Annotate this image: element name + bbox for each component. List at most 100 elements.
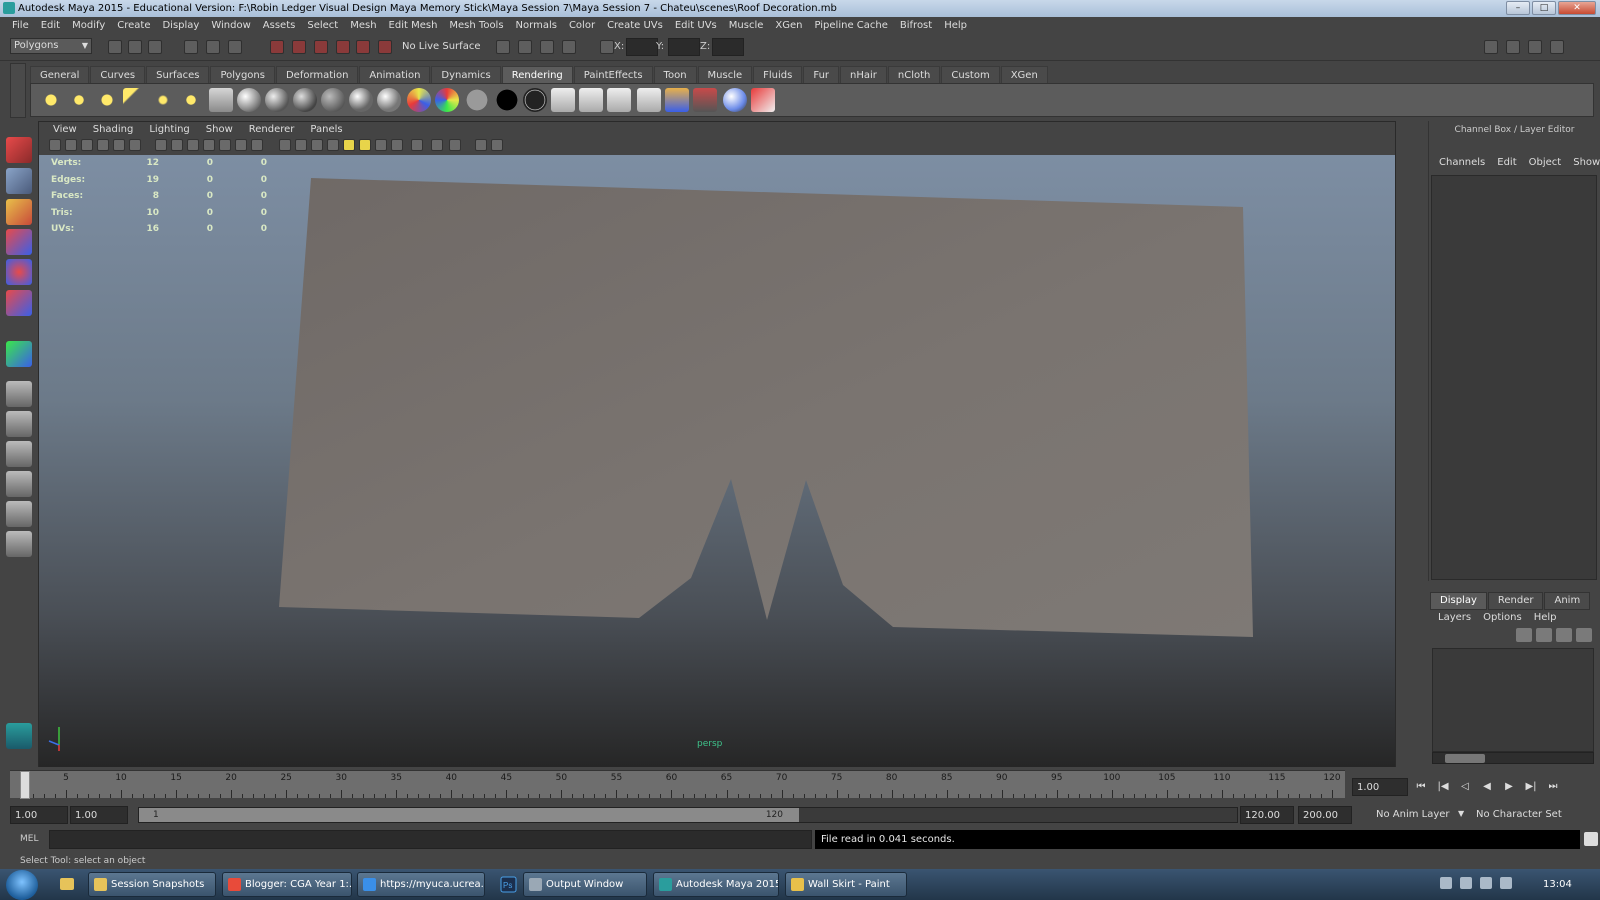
grid-icon[interactable] bbox=[155, 139, 167, 151]
shelf-tab-deformation[interactable]: Deformation bbox=[275, 66, 359, 83]
grease-pencil-icon[interactable] bbox=[129, 139, 141, 151]
spot-light-icon[interactable] bbox=[123, 88, 147, 112]
select-object-icon[interactable] bbox=[206, 40, 220, 54]
shelf-tab-toon[interactable]: Toon bbox=[653, 66, 697, 83]
persp-outliner-layout-icon[interactable] bbox=[6, 441, 32, 467]
menu-file[interactable]: File bbox=[6, 17, 35, 35]
panel-menu-shading[interactable]: Shading bbox=[85, 122, 142, 137]
persp-uv-layout-icon[interactable] bbox=[6, 531, 32, 557]
persp-graph-layout-icon[interactable] bbox=[6, 471, 32, 497]
menu-create-uvs[interactable]: Create UVs bbox=[601, 17, 669, 35]
menu-help[interactable]: Help bbox=[938, 17, 973, 35]
menu-xgen[interactable]: XGen bbox=[769, 17, 808, 35]
script-editor-icon[interactable] bbox=[1584, 832, 1598, 846]
motion-blur-icon[interactable] bbox=[391, 139, 403, 151]
attribute-editor-icon[interactable] bbox=[1506, 40, 1520, 54]
minimize-button[interactable]: – bbox=[1506, 1, 1530, 15]
shelf-tab-fluids[interactable]: Fluids bbox=[753, 66, 803, 83]
shelf-tab-animation[interactable]: Animation bbox=[359, 66, 431, 83]
menu-edit-mesh[interactable]: Edit Mesh bbox=[383, 17, 444, 35]
select-camera-icon[interactable] bbox=[49, 139, 61, 151]
textured-icon[interactable] bbox=[327, 139, 339, 151]
render-view-window-icon[interactable] bbox=[665, 88, 689, 112]
point-light-icon[interactable] bbox=[95, 88, 119, 112]
explorer-icon[interactable] bbox=[54, 872, 82, 897]
gate-mask-icon[interactable] bbox=[203, 139, 215, 151]
shelf-tab-rendering[interactable]: Rendering bbox=[501, 66, 573, 83]
photoshop-icon[interactable]: Ps bbox=[495, 872, 523, 897]
panel-menu-view[interactable]: View bbox=[45, 122, 85, 137]
channel-box-menu-edit[interactable]: Edit bbox=[1491, 157, 1522, 168]
panel-menu-show[interactable]: Show bbox=[198, 122, 241, 137]
go-to-start-icon[interactable]: ⏮ bbox=[1413, 779, 1429, 795]
render-settings-icon[interactable] bbox=[562, 40, 576, 54]
mel-command-input[interactable] bbox=[49, 830, 812, 849]
bookmarks-icon[interactable] bbox=[81, 139, 93, 151]
screen-space-ao-icon[interactable] bbox=[375, 139, 387, 151]
shelf-tab-nhair[interactable]: nHair bbox=[840, 66, 887, 83]
wireframe-on-shaded-icon[interactable] bbox=[311, 139, 323, 151]
layer-list[interactable] bbox=[1432, 648, 1594, 752]
blinn-material-icon[interactable] bbox=[293, 88, 317, 112]
shelf-tab-curves[interactable]: Curves bbox=[90, 66, 146, 83]
channel-box-menu-show[interactable]: Show bbox=[1567, 157, 1600, 168]
layer-list-scrollbar[interactable] bbox=[1432, 752, 1594, 764]
menu-create[interactable]: Create bbox=[111, 17, 156, 35]
channel-box-toggle-icon[interactable] bbox=[1550, 40, 1564, 54]
render-view-icon[interactable] bbox=[496, 40, 510, 54]
layer-tab-render[interactable]: Render bbox=[1487, 592, 1544, 610]
new-layer-icon[interactable] bbox=[1516, 628, 1532, 642]
render-settings-shelf-icon[interactable] bbox=[607, 88, 631, 112]
step-back-frame-icon[interactable]: ◁ bbox=[1457, 779, 1473, 795]
shelf-tab-polygons[interactable]: Polygons bbox=[210, 66, 275, 83]
select-tool-icon[interactable] bbox=[6, 137, 32, 163]
playback-start-field[interactable]: 1.00 bbox=[70, 806, 128, 824]
snap-point-icon[interactable] bbox=[314, 40, 328, 54]
paint-select-tool-icon[interactable] bbox=[6, 199, 32, 225]
layer-menu-layers[interactable]: Layers bbox=[1432, 612, 1477, 623]
taskbar-item[interactable]: Autodesk Maya 2015... bbox=[653, 872, 779, 897]
menu-edit[interactable]: Edit bbox=[35, 17, 66, 35]
maximize-button[interactable]: □ bbox=[1532, 1, 1556, 15]
select-hierarchy-icon[interactable] bbox=[184, 40, 198, 54]
chevron-down-icon[interactable]: ▼ bbox=[1458, 809, 1464, 818]
shadows-icon[interactable] bbox=[359, 139, 371, 151]
anti-aliasing-icon[interactable] bbox=[411, 139, 423, 151]
start-button[interactable] bbox=[6, 870, 38, 900]
image-plane-icon[interactable] bbox=[97, 139, 109, 151]
z-input[interactable] bbox=[712, 38, 744, 56]
camera-attributes-icon[interactable] bbox=[65, 139, 77, 151]
last-used-tool-icon[interactable] bbox=[6, 341, 32, 367]
menu-bifrost[interactable]: Bifrost bbox=[894, 17, 938, 35]
lasso-tool-icon[interactable] bbox=[6, 168, 32, 194]
resolution-gate-icon[interactable] bbox=[187, 139, 199, 151]
safe-action-icon[interactable] bbox=[235, 139, 247, 151]
rotate-tool-icon[interactable] bbox=[6, 259, 32, 285]
menu-display[interactable]: Display bbox=[156, 17, 205, 35]
show-hidden-icons-icon[interactable] bbox=[1440, 877, 1452, 889]
x-input[interactable] bbox=[626, 38, 658, 56]
ipr-render-shelf-icon[interactable] bbox=[579, 88, 603, 112]
layer-menu-options[interactable]: Options bbox=[1477, 612, 1528, 623]
new-scene-icon[interactable] bbox=[108, 40, 122, 54]
network-icon[interactable] bbox=[1480, 877, 1492, 889]
layer-tab-display[interactable]: Display bbox=[1430, 592, 1487, 610]
shelf-tab-custom[interactable]: Custom bbox=[941, 66, 1000, 83]
directional-light-icon[interactable] bbox=[67, 88, 91, 112]
current-frame-field[interactable]: 1.00 bbox=[1352, 778, 1408, 796]
panel-menu-lighting[interactable]: Lighting bbox=[141, 122, 197, 137]
y-input[interactable] bbox=[668, 38, 700, 56]
taskbar-item[interactable]: Blogger: CGA Year 1:... bbox=[222, 872, 352, 897]
menu-pipeline-cache[interactable]: Pipeline Cache bbox=[808, 17, 893, 35]
roof-decoration-mesh[interactable] bbox=[279, 178, 1253, 637]
channel-box-menu-channels[interactable]: Channels bbox=[1433, 157, 1491, 168]
playback-range-bar[interactable]: 1 120 bbox=[138, 807, 1238, 823]
xray-components-icon[interactable] bbox=[491, 139, 503, 151]
ambient-light-icon[interactable] bbox=[39, 88, 63, 112]
volume-icon[interactable] bbox=[1500, 877, 1512, 889]
safe-title-icon[interactable] bbox=[251, 139, 263, 151]
render-layer-icon[interactable] bbox=[693, 88, 717, 112]
toolbox-collapse-icon[interactable] bbox=[6, 565, 32, 591]
ramp-shader-icon[interactable] bbox=[435, 88, 459, 112]
wireframe-icon[interactable] bbox=[279, 139, 291, 151]
